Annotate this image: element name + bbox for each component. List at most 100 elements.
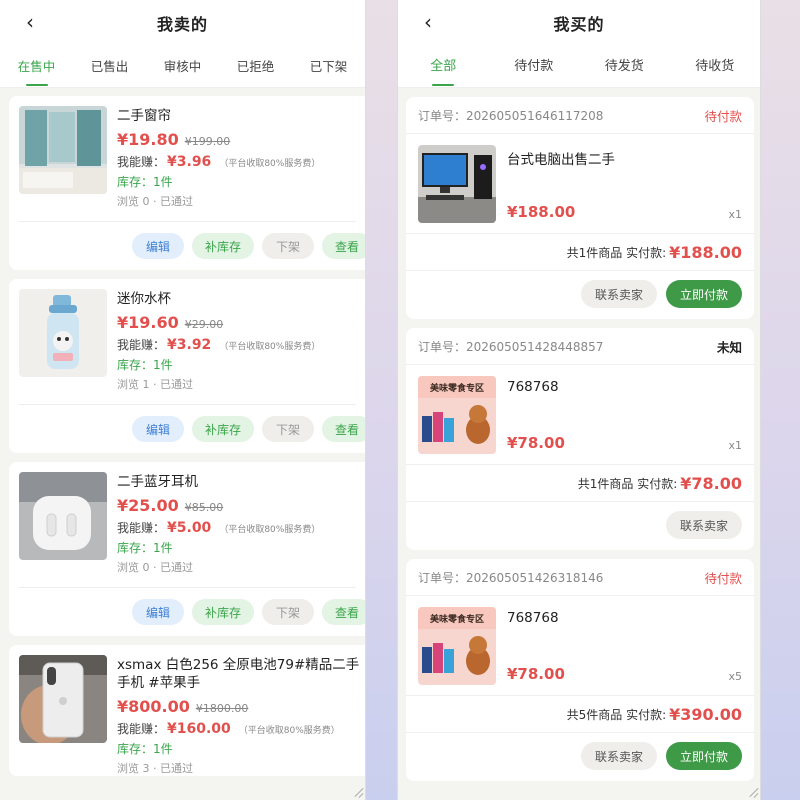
tab-rejected[interactable]: 已拒绝 <box>219 45 292 88</box>
edit-button[interactable]: 编辑 <box>131 599 184 625</box>
view-button[interactable]: 查看 <box>321 233 365 259</box>
seller-item-card[interactable]: 二手蓝牙耳机 ¥25.00 ¥85.00 我能赚： ¥5.00 （平台收取80%… <box>9 462 365 636</box>
restock-button[interactable]: 补库存 <box>191 599 254 625</box>
item-meta: 浏览 0 · 已通过 <box>117 561 193 574</box>
curtain-photo <box>19 106 107 194</box>
view-button[interactable]: 查看 <box>321 416 365 442</box>
order-status: 待付款 <box>704 108 742 124</box>
seller-tabs: 在售中 已售出 审核中 已拒绝 已下架 <box>0 45 365 88</box>
contact-seller-button[interactable]: 联系卖家 <box>580 742 657 770</box>
item-meta: 浏览 1 · 已通过 <box>117 378 193 391</box>
tab-pending-shipment[interactable]: 待发货 <box>579 45 670 88</box>
fee-note: （平台收取80%服务费） <box>219 525 321 535</box>
earn-label: 我能赚： <box>117 521 166 535</box>
item-price: ¥19.80 <box>117 130 179 149</box>
snack-banner-text: 美味零食专区 <box>430 382 484 394</box>
order-item-title: 台式电脑出售二手 <box>507 152 615 168</box>
order-summary-label: 共5件商品 实付款: <box>566 707 667 722</box>
water-bottle-photo <box>19 289 107 377</box>
order-number: 订单号：202605051428448857 <box>418 339 604 354</box>
snack-banner-text: 美味零食专区 <box>430 613 484 625</box>
item-original-price: ¥199.00 <box>184 135 231 148</box>
resize-handle-icon[interactable] <box>351 786 363 798</box>
order-summary-label: 共1件商品 实付款: <box>566 245 667 260</box>
item-title: 二手蓝牙耳机 <box>117 474 198 490</box>
order-item-price: ¥78.00 <box>507 434 565 452</box>
tab-delisted[interactable]: 已下架 <box>292 45 365 88</box>
fee-note: （平台收取80%服务费） <box>219 342 321 352</box>
snack-banner-photo: 美味零食专区 <box>418 376 496 454</box>
item-stock: 库存：1件 <box>117 175 173 189</box>
page-title: 我买的 <box>553 14 605 34</box>
item-stock: 库存：1件 <box>117 541 173 555</box>
order-card[interactable]: 订单号：202605051426318146 待付款 美味零食专区 768768… <box>406 559 754 781</box>
resize-handle-icon[interactable] <box>746 786 758 798</box>
restock-button[interactable]: 补库存 <box>191 233 254 259</box>
earn-value: ¥3.92 <box>167 337 212 353</box>
item-title: xsmax 白色256 全原电池79#精品二手手机 #苹果手 <box>117 657 360 691</box>
pay-now-button[interactable]: 立即付款 <box>665 742 742 770</box>
earn-value: ¥160.00 <box>167 721 231 737</box>
item-meta: 浏览 0 · 已通过 <box>117 195 193 208</box>
item-price: ¥25.00 <box>117 496 179 515</box>
item-title: 二手窗帘 <box>117 108 171 124</box>
delist-button[interactable]: 下架 <box>261 599 314 625</box>
buyer-panel: ‹ 我买的 全部 待付款 待发货 待收货 订单号：202605051646117… <box>397 0 761 800</box>
back-arrow-icon[interactable]: ‹ <box>18 10 42 34</box>
tab-reviewing[interactable]: 审核中 <box>146 45 219 88</box>
tab-on-sale[interactable]: 在售中 <box>0 45 73 88</box>
restock-button[interactable]: 补库存 <box>191 416 254 442</box>
order-card[interactable]: 订单号：20260505164611720​8 待付款 <box>406 97 754 319</box>
order-item-qty: x5 <box>728 670 742 683</box>
view-button[interactable]: 查看 <box>321 599 365 625</box>
fee-note: （平台收取80%服务费） <box>219 159 321 169</box>
order-item-qty: x1 <box>728 439 742 452</box>
item-price: ¥19.60 <box>117 313 179 332</box>
order-total: ¥390.00 <box>669 704 742 724</box>
order-item-title: 768768 <box>507 610 559 626</box>
seller-item-card[interactable]: 二手窗帘 ¥19.80 ¥199.00 我能赚： ¥3.96 （平台收取80%服… <box>9 96 365 270</box>
edit-button[interactable]: 编辑 <box>131 416 184 442</box>
snack-banner-photo: 美味零食专区 <box>418 607 496 685</box>
order-total: ¥188.00 <box>669 242 742 262</box>
item-price: ¥800.00 <box>117 697 190 716</box>
item-original-price: ¥1800.00 <box>195 702 249 715</box>
edit-button[interactable]: 编辑 <box>131 233 184 259</box>
earn-value: ¥5.00 <box>167 520 212 536</box>
pay-now-button[interactable]: 立即付款 <box>665 280 742 308</box>
desktop-pc-photo <box>418 145 496 223</box>
contact-seller-button[interactable]: 联系卖家 <box>580 280 657 308</box>
order-total: ¥78.00 <box>680 473 742 493</box>
earn-label: 我能赚： <box>117 155 166 169</box>
seller-item-list: 二手窗帘 ¥19.80 ¥199.00 我能赚： ¥3.96 （平台收取80%服… <box>0 88 365 776</box>
item-title: 迷你水杯 <box>117 291 171 307</box>
seller-header: ‹ 我卖的 <box>0 0 365 45</box>
order-card[interactable]: 订单号：202605051428448857 未知 美味零食专区 768768 … <box>406 328 754 550</box>
tab-pending-receipt[interactable]: 待收货 <box>670 45 761 88</box>
earn-label: 我能赚： <box>117 338 166 352</box>
order-item-qty: x1 <box>728 208 742 221</box>
page-title: 我卖的 <box>156 14 208 34</box>
order-list: 订单号：20260505164611720​8 待付款 <box>398 88 760 781</box>
tab-all[interactable]: 全部 <box>398 45 489 88</box>
item-original-price: ¥29.00 <box>184 318 224 331</box>
delist-button[interactable]: 下架 <box>261 416 314 442</box>
order-summary-label: 共1件商品 实付款: <box>577 476 678 491</box>
delist-button[interactable]: 下架 <box>261 233 314 259</box>
iphone-photo <box>19 655 107 743</box>
fee-note: （平台收取80%服务费） <box>238 726 340 736</box>
order-number: 订单号：20260505164611720​8 <box>418 108 604 123</box>
contact-seller-button[interactable]: 联系卖家 <box>665 511 742 539</box>
order-status: 待付款 <box>704 570 742 586</box>
buyer-header: ‹ 我买的 <box>398 0 760 45</box>
back-arrow-icon[interactable]: ‹ <box>416 10 440 34</box>
tab-pending-payment[interactable]: 待付款 <box>489 45 580 88</box>
tab-sold[interactable]: 已售出 <box>73 45 146 88</box>
item-original-price: ¥85.00 <box>184 501 224 514</box>
order-item-title: 768768 <box>507 379 559 395</box>
earn-label: 我能赚： <box>117 722 166 736</box>
earn-value: ¥3.96 <box>167 154 212 170</box>
order-number: 订单号：202605051426318146 <box>418 570 604 585</box>
seller-item-card[interactable]: 迷你水杯 ¥19.60 ¥29.00 我能赚： ¥3.92 （平台收取80%服务… <box>9 279 365 453</box>
seller-item-card[interactable]: xsmax 白色256 全原电池79#精品二手手机 #苹果手 ¥800.00 ¥… <box>9 645 365 776</box>
